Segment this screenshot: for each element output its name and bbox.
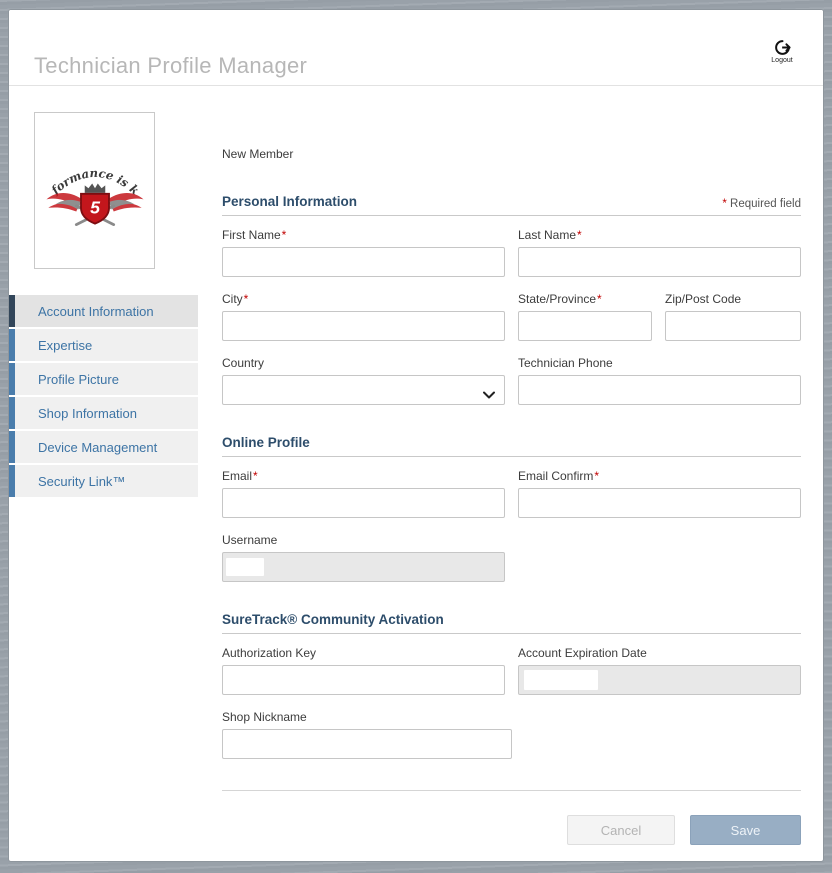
field-username: Username (222, 533, 505, 582)
nav-accent-bar (9, 295, 15, 327)
section-title: SureTrack® Community Activation (222, 612, 444, 628)
logout-label: Logout (762, 57, 802, 64)
form-row: Authorization Key Account Expiration Dat… (222, 646, 801, 695)
city-label: City* (222, 292, 505, 307)
required-asterisk: * (722, 198, 726, 210)
app-card: Technician Profile Manager Logout perfor… (8, 9, 824, 862)
cancel-button[interactable]: Cancel (567, 815, 675, 845)
form-row: Username (222, 533, 801, 582)
field-shop-nickname: Shop Nickname (222, 710, 512, 759)
sidebar-item-profile-picture[interactable]: Profile Picture (9, 363, 198, 395)
zip-post-code-label: Zip/Post Code (665, 292, 801, 307)
field-city: City* (222, 292, 505, 341)
authorization-key-input[interactable] (222, 665, 505, 695)
username-input-wrapper (222, 552, 505, 582)
section-header-online-profile: Online Profile (222, 435, 801, 457)
city-input[interactable] (222, 311, 505, 341)
field-last-name: Last Name* (518, 228, 801, 277)
form-row: City* State/Province* Zip/Post Code (222, 292, 801, 341)
email-label: Email* (222, 469, 505, 484)
username-input (222, 552, 505, 582)
field-zip-post-code: Zip/Post Code (665, 292, 801, 341)
section-title: Online Profile (222, 435, 310, 451)
profile-photo-box: performance is king 5 (34, 112, 155, 269)
required-field-note: * Required field (721, 198, 801, 210)
form-row: Shop Nickname (222, 710, 801, 759)
logo-crown (84, 183, 105, 192)
footer-divider (222, 790, 801, 791)
last-name-input[interactable] (518, 247, 801, 277)
sidebar: performance is king 5 Account Informatio… (9, 86, 209, 861)
username-label: Username (222, 533, 505, 548)
field-email: Email* (222, 469, 505, 518)
main-content: New Member Personal Information * Requir… (222, 86, 801, 845)
field-email-confirm: Email Confirm* (518, 469, 801, 518)
section-title: Personal Information (222, 194, 357, 210)
nav-accent-bar (9, 465, 15, 497)
email-confirm-label: Email Confirm* (518, 469, 801, 484)
state-province-label: State/Province* (518, 292, 652, 307)
redaction-patch (524, 670, 598, 690)
form-row: First Name* Last Name* (222, 228, 801, 277)
page-title: Technician Profile Manager (34, 53, 307, 79)
nav-accent-bar (9, 431, 15, 463)
logo-number: 5 (90, 197, 101, 217)
email-input[interactable] (222, 488, 505, 518)
sidebar-item-account-information[interactable]: Account Information (9, 295, 198, 327)
logout-icon (762, 39, 802, 56)
logout-button[interactable]: Logout (762, 39, 802, 64)
sidebar-nav: Account Information Expertise Profile Pi… (9, 295, 209, 497)
field-state-province: State/Province* (518, 292, 652, 341)
save-button[interactable]: Save (690, 815, 801, 845)
country-select[interactable] (222, 375, 505, 405)
technician-phone-input[interactable] (518, 375, 801, 405)
field-country: Country (222, 356, 505, 405)
sidebar-item-shop-information[interactable]: Shop Information (9, 397, 198, 429)
nav-item-label: Shop Information (38, 406, 137, 421)
form-row: Country Technician Phone (222, 356, 801, 405)
nav-item-label: Account Information (38, 304, 154, 319)
footer-buttons: Cancel Save (222, 815, 801, 845)
account-expiration-date-label: Account Expiration Date (518, 646, 801, 661)
nav-item-label: Expertise (38, 338, 92, 353)
technician-phone-label: Technician Phone (518, 356, 801, 371)
field-technician-phone: Technician Phone (518, 356, 801, 405)
nav-accent-bar (9, 363, 15, 395)
sidebar-item-device-management[interactable]: Device Management (9, 431, 198, 463)
sidebar-item-security-link[interactable]: Security Link™ (9, 465, 198, 497)
zip-post-code-input[interactable] (665, 311, 801, 341)
shop-nickname-label: Shop Nickname (222, 710, 512, 725)
member-status: New Member (222, 147, 801, 162)
country-select-wrapper (222, 375, 505, 405)
nav-accent-bar (9, 397, 15, 429)
field-first-name: First Name* (222, 228, 505, 277)
first-name-input[interactable] (222, 247, 505, 277)
shop-nickname-input[interactable] (222, 729, 512, 759)
authorization-key-label: Authorization Key (222, 646, 505, 661)
nav-item-label: Security Link™ (38, 474, 125, 489)
section-header-personal-information: Personal Information * Required field (222, 194, 801, 216)
email-confirm-input[interactable] (518, 488, 801, 518)
brand-logo-icon: performance is king 5 (39, 143, 151, 239)
expiration-input-wrapper (518, 665, 801, 695)
section-header-suretrack: SureTrack® Community Activation (222, 612, 801, 634)
app-header: Technician Profile Manager Logout (9, 10, 823, 86)
last-name-label: Last Name* (518, 228, 801, 243)
nav-item-label: Device Management (38, 440, 157, 455)
field-account-expiration-date: Account Expiration Date (518, 646, 801, 695)
nav-item-label: Profile Picture (38, 372, 119, 387)
nav-accent-bar (9, 329, 15, 361)
field-authorization-key: Authorization Key (222, 646, 505, 695)
sidebar-item-expertise[interactable]: Expertise (9, 329, 198, 361)
country-label: Country (222, 356, 505, 371)
redaction-patch (226, 558, 264, 576)
first-name-label: First Name* (222, 228, 505, 243)
form-row: Email* Email Confirm* (222, 469, 801, 518)
state-province-input[interactable] (518, 311, 652, 341)
page-background: { "header": { "title": "Technician Profi… (0, 0, 832, 873)
